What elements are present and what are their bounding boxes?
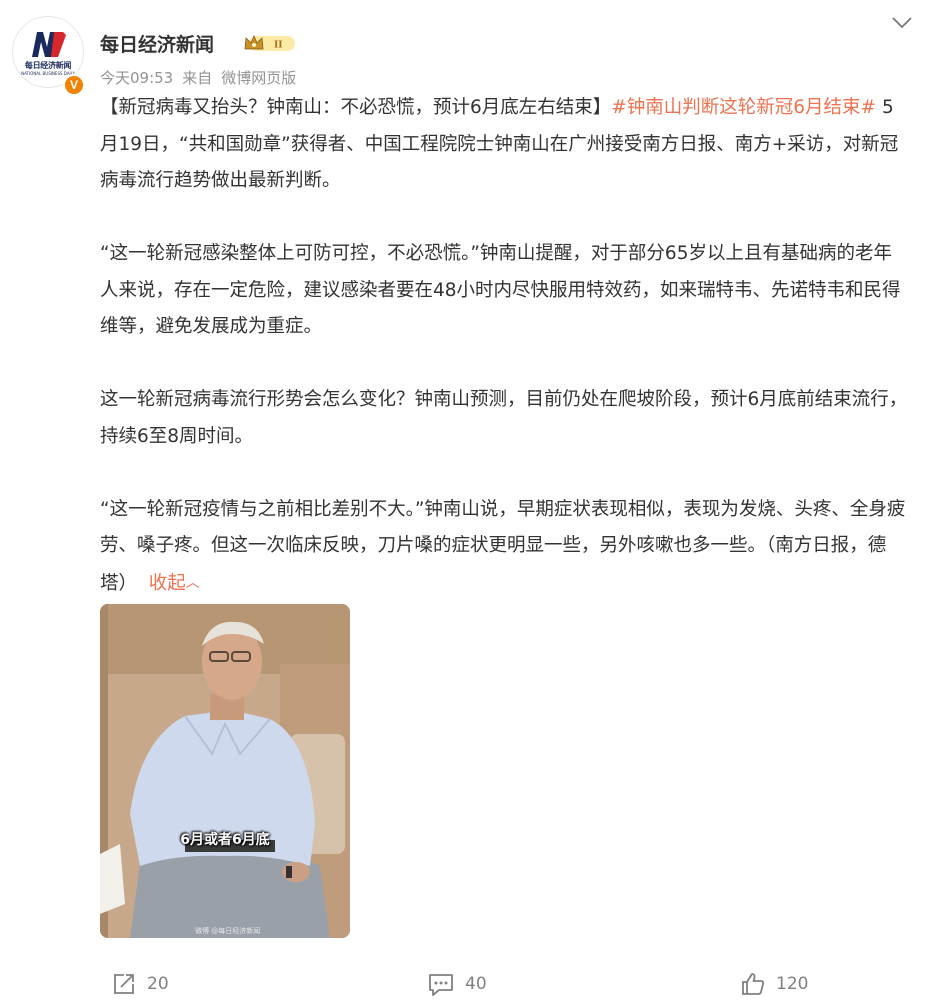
like-count: 120 bbox=[776, 974, 809, 994]
vip-crown-badge-icon[interactable]: II bbox=[243, 33, 297, 53]
paragraph-4-text: “这一轮新冠疫情与之前相比差别不大。”钟南山说，早期症状表现相似，表现为发烧、头… bbox=[100, 498, 906, 594]
post-meta: 今天09:53 来自 微博网页版 bbox=[100, 67, 305, 88]
vip-level-text: II bbox=[274, 39, 283, 51]
paragraph-3: 这一轮新冠病毒流行形势会怎么变化？钟南山预测，目前仍处在爬坡阶段，预计6月底前结… bbox=[100, 389, 908, 447]
post-source: 微博网页版 bbox=[221, 69, 297, 87]
elderly-man-photo bbox=[100, 604, 350, 938]
brand-logo-icon bbox=[32, 32, 66, 57]
action-bar: 20 40 120 bbox=[0, 968, 952, 1000]
repost-count: 20 bbox=[147, 974, 169, 994]
verified-badge-icon: V bbox=[63, 74, 85, 96]
comment-bubble-icon bbox=[429, 974, 453, 996]
thumbs-up-icon bbox=[742, 973, 764, 995]
paragraph-intro: 【新冠病毒又抬头？钟南山：不必恐慌，预计6月底左右结束】#钟南山判断这轮新冠6月… bbox=[100, 90, 910, 200]
post-content: 【新冠病毒又抬头？钟南山：不必恐慌，预计6月底左右结束】#钟南山判断这轮新冠6月… bbox=[100, 90, 910, 602]
post-headline: 【新冠病毒又抬头？钟南山：不必恐慌，预计6月底左右结束】 bbox=[100, 97, 612, 118]
comment-count: 40 bbox=[465, 974, 487, 994]
collapse-link[interactable]: 收起︿ bbox=[149, 573, 200, 594]
more-options-chevron-icon[interactable] bbox=[890, 14, 914, 32]
comment-button[interactable]: 40 bbox=[427, 968, 487, 1000]
topic-hashtag-link[interactable]: #钟南山判断这轮新冠6月结束# bbox=[611, 97, 876, 118]
video-caption: 6月或者6月底 bbox=[180, 832, 270, 848]
paragraph-2: “这一轮新冠感染整体上可防可控，不必恐慌。”钟南山提醒，对于部分65岁以上且有基… bbox=[100, 243, 901, 337]
like-button[interactable]: 120 bbox=[740, 968, 808, 1000]
chevron-up-icon: ︿ bbox=[185, 574, 200, 591]
collapse-label: 收起 bbox=[148, 572, 186, 594]
source-prefix: 来自 bbox=[182, 69, 213, 87]
brand-logo-text: 每日经济新闻 bbox=[24, 61, 72, 70]
author-name[interactable]: 每日经济新闻 bbox=[100, 30, 214, 57]
paragraph-4: “这一轮新冠疫情与之前相比差别不大。”钟南山说，早期症状表现相似，表现为发烧、头… bbox=[100, 492, 910, 603]
post-video-thumbnail[interactable]: 6月或者6月底 微博 @每日经济新闻 bbox=[100, 604, 350, 938]
share-arrow-icon bbox=[114, 974, 134, 994]
post-timestamp[interactable]: 今天09:53 bbox=[100, 69, 173, 87]
repost-button[interactable]: 20 bbox=[111, 968, 169, 1000]
image-watermark: 微博 @每日经济新闻 bbox=[195, 927, 261, 935]
